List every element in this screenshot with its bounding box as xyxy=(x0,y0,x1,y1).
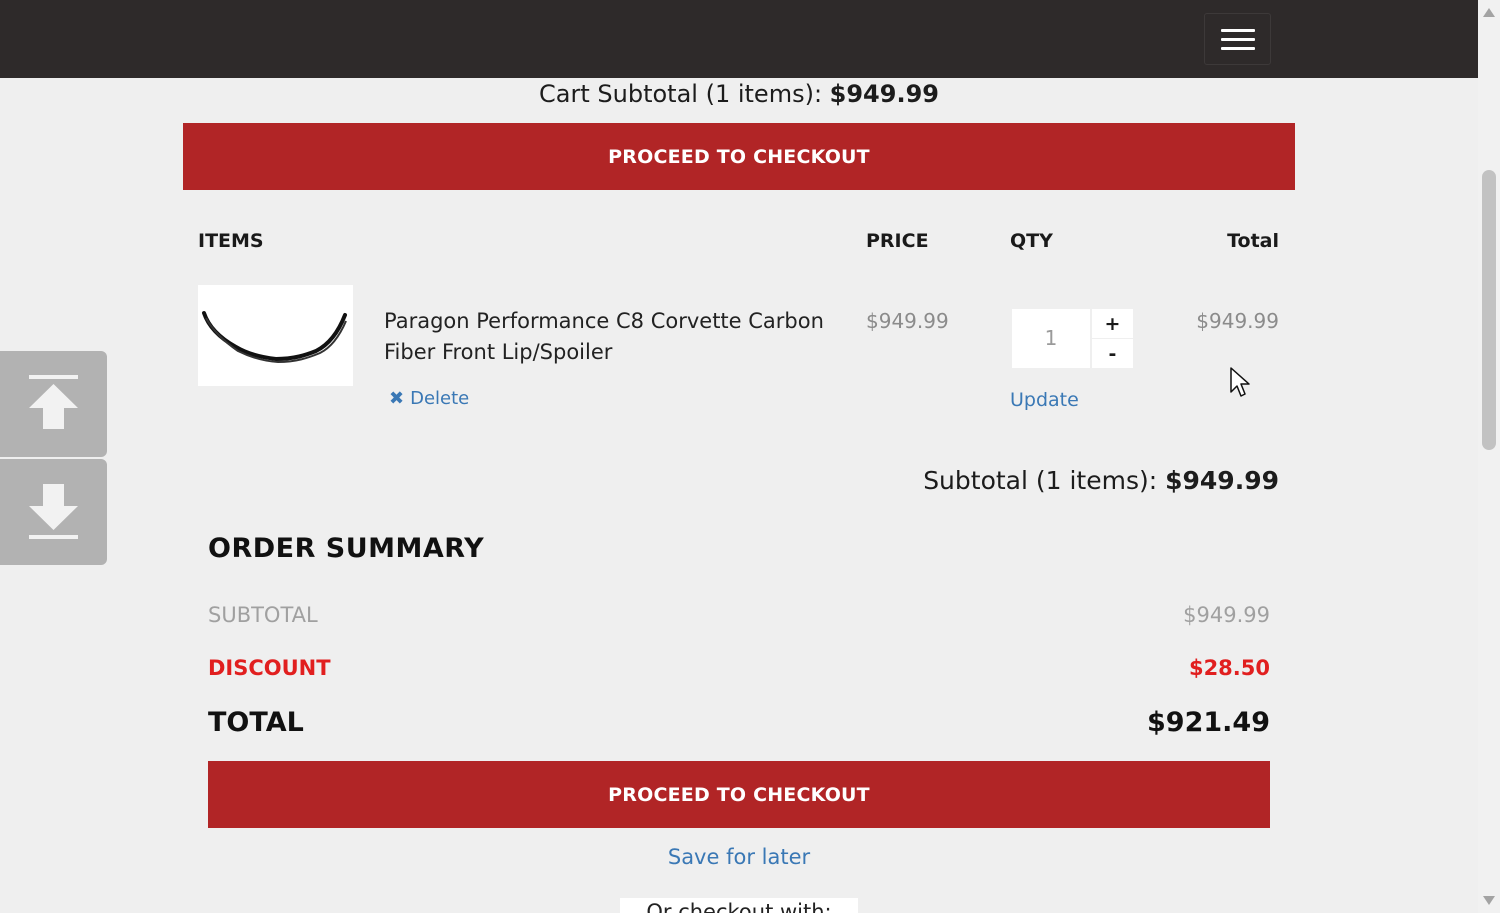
proceed-to-checkout-button-top[interactable]: PROCEED TO CHECKOUT xyxy=(183,123,1295,190)
mouse-pointer-icon xyxy=(1230,367,1250,397)
delete-label: Delete xyxy=(410,388,470,409)
delete-item-link[interactable]: ✖ Delete xyxy=(389,388,469,409)
item-price: $949.99 xyxy=(866,309,949,333)
summary-total-label: TOTAL xyxy=(208,707,304,738)
table-subtotal-label: Subtotal (1 items): xyxy=(923,466,1166,495)
top-navigation-bar xyxy=(0,0,1478,78)
product-name-link[interactable]: Paragon Performance C8 Corvette Carbon F… xyxy=(384,306,824,368)
summary-discount-label: DISCOUNT xyxy=(208,656,331,680)
arrow-up-icon xyxy=(29,375,78,429)
quantity-decrease-button[interactable]: - xyxy=(1092,339,1133,368)
scroll-up-arrow-icon[interactable] xyxy=(1483,8,1495,17)
close-icon: ✖ xyxy=(389,388,405,409)
quantity-input[interactable]: 1 xyxy=(1012,309,1090,368)
page-scrollbar[interactable] xyxy=(1478,0,1500,913)
scroll-down-arrow-icon[interactable] xyxy=(1483,896,1495,905)
cart-subtotal-label: Cart Subtotal (1 items): xyxy=(539,80,830,108)
quantity-increase-button[interactable]: + xyxy=(1092,309,1133,338)
scroll-to-top-button[interactable] xyxy=(0,351,107,457)
column-header-items: ITEMS xyxy=(198,230,264,252)
summary-subtotal-value: $949.99 xyxy=(1183,603,1270,627)
order-summary-title: ORDER SUMMARY xyxy=(208,533,485,564)
column-header-qty: QTY xyxy=(1010,230,1053,252)
table-subtotal-value: $949.99 xyxy=(1165,466,1279,495)
scroll-to-bottom-button[interactable] xyxy=(0,459,107,565)
cart-subtotal-summary: Cart Subtotal (1 items): $949.99 xyxy=(0,78,1478,110)
front-lip-spoiler-image xyxy=(202,311,347,364)
save-for-later-link[interactable]: Save for later xyxy=(0,845,1478,869)
summary-subtotal-label: SUBTOTAL xyxy=(208,603,318,627)
column-header-price: PRICE xyxy=(866,230,929,252)
product-thumbnail[interactable] xyxy=(198,285,353,386)
item-total: $949.99 xyxy=(1196,309,1279,333)
summary-total-value: $921.49 xyxy=(1147,707,1270,738)
hamburger-menu-icon[interactable] xyxy=(1204,13,1271,65)
column-header-total: Total xyxy=(1227,230,1279,252)
update-quantity-link[interactable]: Update xyxy=(1010,389,1079,411)
arrow-down-icon xyxy=(29,484,78,539)
table-subtotal: Subtotal (1 items): $949.99 xyxy=(800,466,1279,495)
summary-discount-value: $28.50 xyxy=(1188,656,1270,680)
cart-subtotal-value: $949.99 xyxy=(829,80,939,108)
proceed-to-checkout-button-bottom[interactable]: PROCEED TO CHECKOUT xyxy=(208,761,1270,828)
scrollbar-thumb[interactable] xyxy=(1482,170,1496,450)
or-checkout-with-label: Or checkout with: xyxy=(620,898,858,913)
